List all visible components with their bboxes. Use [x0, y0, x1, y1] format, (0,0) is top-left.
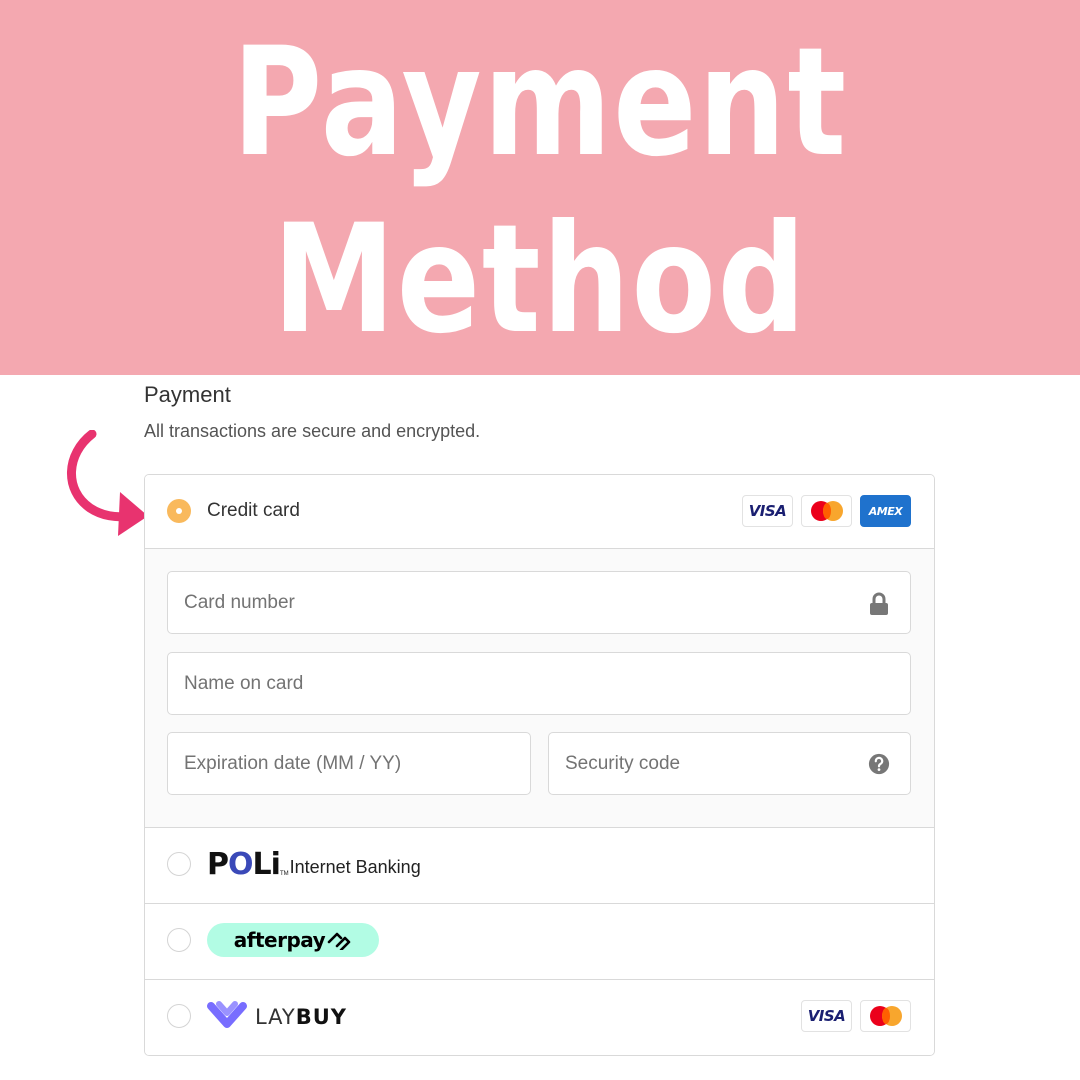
credit-card-label: Credit card	[207, 500, 300, 521]
curved-arrow-icon	[67, 430, 148, 536]
name-on-card-input[interactable]	[168, 653, 910, 714]
poli-trademark: TM	[279, 871, 289, 877]
afterpay-logo: afterpay	[207, 923, 379, 957]
afterpay-logo-text: afterpay	[233, 928, 326, 952]
mastercard-logo-icon	[801, 495, 852, 527]
payment-option-poli[interactable]: POLi TM Internet Banking	[145, 828, 934, 904]
amex-logo-icon: AMEX	[860, 495, 911, 527]
card-number-field[interactable]	[167, 571, 911, 634]
banner-title-line2: Method	[272, 193, 808, 367]
payment-option-credit-card[interactable]: Credit card VISA AMEX	[145, 475, 934, 549]
payment-methods-panel: Credit card VISA AMEX Card number Name o…	[144, 474, 935, 1056]
payment-option-laybuy[interactable]: LAYBUY VISA	[145, 980, 934, 1055]
credit-card-form	[145, 549, 934, 828]
payment-heading: Payment	[144, 382, 231, 407]
expiration-date-field[interactable]	[167, 732, 531, 795]
poli-logo-text: POLi	[207, 847, 281, 882]
poli-label: Internet Banking	[289, 857, 421, 877]
laybuy-mastercard-logo-icon	[860, 1000, 911, 1032]
card-number-input[interactable]	[168, 572, 910, 633]
lock-icon	[870, 592, 888, 615]
security-code-input[interactable]	[549, 733, 910, 794]
credit-card-radio[interactable]	[167, 499, 191, 523]
afterpay-radio[interactable]	[167, 928, 191, 952]
name-on-card-field[interactable]	[167, 652, 911, 715]
laybuy-visa-logo-icon: VISA	[801, 1000, 852, 1032]
payment-subheading: All transactions are secure and encrypte…	[144, 421, 481, 441]
laybuy-radio[interactable]	[167, 1004, 191, 1028]
payment-option-afterpay[interactable]: afterpay	[145, 904, 934, 980]
poli-logo: POLi TM Internet Banking	[207, 848, 421, 880]
laybuy-text-bold: BUY	[295, 1005, 348, 1029]
poli-radio[interactable]	[167, 852, 191, 876]
security-code-field[interactable]	[548, 732, 911, 795]
laybuy-heart-icon	[207, 1001, 247, 1028]
title-banner: Payment Method	[0, 0, 1080, 375]
visa-logo-icon: VISA	[742, 495, 793, 527]
expiration-date-input[interactable]	[168, 733, 530, 794]
laybuy-text-light: LAY	[255, 1005, 296, 1029]
banner-title-line1: Payment	[232, 16, 848, 190]
afterpay-arrows-icon	[327, 932, 351, 950]
laybuy-logo: LAYBUY	[207, 998, 347, 1036]
help-question-icon[interactable]	[868, 752, 890, 776]
